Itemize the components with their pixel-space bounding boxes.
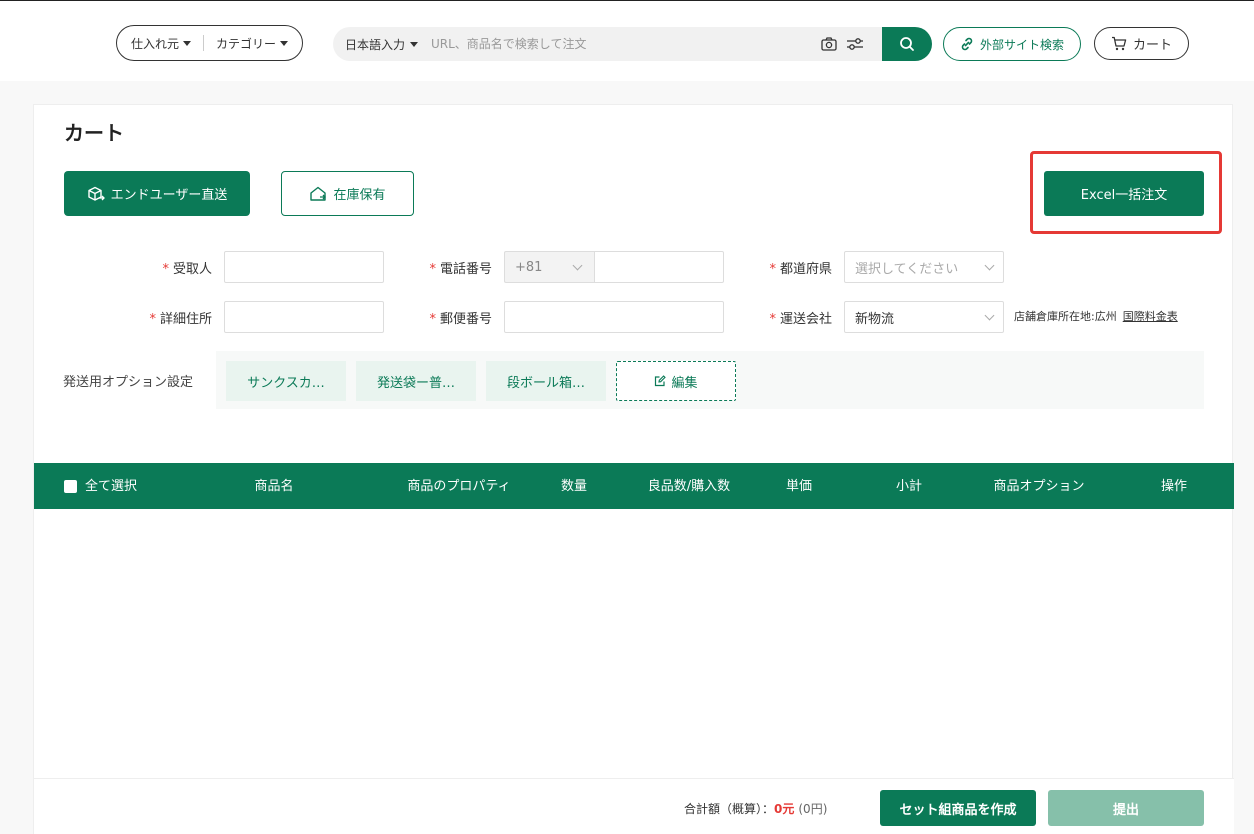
country-code-select[interactable]: +81 xyxy=(504,251,595,283)
input-language-dropdown[interactable]: 日本語入力 xyxy=(333,36,431,53)
category-label: カテゴリー xyxy=(216,36,277,51)
search-bar: 日本語入力 xyxy=(333,27,932,61)
caret-down-icon xyxy=(183,40,192,46)
total-summary: 合計額（概算）：0元 (0円) xyxy=(684,800,827,817)
external-search-label: 外部サイト検索 xyxy=(979,37,1064,52)
total-yen: (0円) xyxy=(798,802,828,816)
prefecture-label-text: 都道府県 xyxy=(779,262,832,277)
col-product-option: 商品オプション xyxy=(993,478,1085,494)
cart-footer: 合計額（概算）：0元 (0円) セット組商品を作成 提出 xyxy=(34,778,1234,834)
cart-panel: カート エンドユーザー直送 在庫保有 Excel一括注文 * 受取人 * 電話番号 … xyxy=(33,104,1234,834)
search-icon xyxy=(900,37,914,51)
required-mark: * xyxy=(149,312,156,327)
recipient-label-text: 受取人 xyxy=(172,262,212,277)
shipping-options-label: 発送用オプション設定 xyxy=(63,375,194,390)
carrier-label: * 運送会社 xyxy=(744,308,832,327)
camera-icon[interactable] xyxy=(819,34,839,54)
rate-table-link[interactable]: 国際料金表 xyxy=(1123,310,1178,323)
col-subtotal: 小計 xyxy=(895,478,922,494)
recipient-label: * 受取人 xyxy=(134,258,212,277)
required-mark: * xyxy=(162,262,169,277)
filter-pill: 仕入れ元 カテゴリー xyxy=(116,25,303,61)
address-input[interactable] xyxy=(224,301,384,333)
recipient-input[interactable] xyxy=(224,251,384,283)
chevron-down-icon xyxy=(572,260,583,270)
postal-label: * 郵便番号 xyxy=(404,308,492,327)
warehouse-note: 店舗倉庫所在地:広州 国際料金表 xyxy=(1014,308,1178,324)
col-property: 商品のプロパティ xyxy=(407,478,511,494)
divider xyxy=(203,35,205,51)
required-mark: * xyxy=(769,262,776,277)
carrier-value: 新物流 xyxy=(855,311,895,327)
prefecture-placeholder: 選択してください xyxy=(855,261,959,277)
enduser-direct-label: エンドユーザー直送 xyxy=(110,188,228,203)
col-quantity: 数量 xyxy=(560,478,587,494)
search-input[interactable] xyxy=(431,27,813,61)
box-ship-icon xyxy=(87,186,105,201)
excel-bulk-order-button[interactable]: Excel一括注文 xyxy=(1044,171,1204,216)
create-set-product-button[interactable]: セット組商品を作成 xyxy=(880,790,1036,826)
cart-icon xyxy=(1111,36,1127,51)
cart-label: カート xyxy=(1132,38,1172,53)
country-code-value: +81 xyxy=(515,259,543,275)
phone-label-text: 電話番号 xyxy=(439,262,492,277)
phone-input[interactable] xyxy=(594,251,724,283)
address-label-text: 詳細住所 xyxy=(159,312,212,327)
option-chip[interactable]: 段ボール箱… xyxy=(486,361,606,401)
phone-label: * 電話番号 xyxy=(404,258,492,277)
edit-options-label: 編集 xyxy=(671,375,698,391)
required-mark: * xyxy=(429,262,436,277)
select-all-header[interactable]: 全て選択 xyxy=(64,463,174,509)
warehouse-text: 店舗倉庫所在地:広州 xyxy=(1014,310,1117,323)
edit-options-button[interactable]: 編集 xyxy=(616,361,736,401)
option-chip[interactable]: 発送袋ー普… xyxy=(356,361,476,401)
page-title: カート xyxy=(64,121,124,145)
header: 仕入れ元 カテゴリー 日本語入力 外部サイト検索 カート xyxy=(0,1,1254,81)
search-button[interactable] xyxy=(882,27,932,61)
col-good-count: 良品数/購入数 xyxy=(647,478,731,494)
external-search-button[interactable]: 外部サイト検索 xyxy=(943,27,1081,61)
stock-hold-button[interactable]: 在庫保有 xyxy=(281,171,414,216)
edit-icon xyxy=(655,375,667,387)
filter-settings-icon[interactable] xyxy=(845,34,865,54)
stock-hold-label: 在庫保有 xyxy=(333,188,386,203)
required-mark: * xyxy=(429,312,436,327)
required-mark: * xyxy=(769,312,776,327)
chevron-down-icon xyxy=(984,310,995,320)
option-chip[interactable]: サンクスカ… xyxy=(226,361,346,401)
total-label: 合計額（概算）： xyxy=(684,802,775,816)
table-header: 全て選択 商品名 商品のプロパティ 数量 良品数/購入数 単価 小計 商品オプシ… xyxy=(34,463,1234,509)
col-product-name: 商品名 xyxy=(254,478,294,494)
submit-button[interactable]: 提出 xyxy=(1048,790,1204,826)
postal-input[interactable] xyxy=(504,301,724,333)
prefecture-select[interactable]: 選択してください xyxy=(844,251,1004,283)
postal-label-text: 郵便番号 xyxy=(439,312,492,327)
col-action: 操作 xyxy=(1160,478,1187,494)
carrier-label-text: 運送会社 xyxy=(779,312,832,327)
prefecture-label: * 都道府県 xyxy=(744,258,832,277)
chevron-down-icon xyxy=(984,260,995,270)
caret-down-icon xyxy=(280,40,289,46)
category-dropdown[interactable]: カテゴリー xyxy=(216,35,289,52)
supplier-label: 仕入れ元 xyxy=(131,36,180,51)
link-icon xyxy=(961,37,973,51)
enduser-direct-button[interactable]: エンドユーザー直送 xyxy=(64,171,250,216)
select-all-label: 全て選択 xyxy=(85,478,138,494)
cart-button[interactable]: カート xyxy=(1094,27,1189,60)
col-unit-price: 単価 xyxy=(785,478,812,494)
total-amount: 0元 xyxy=(774,802,795,816)
carrier-select[interactable]: 新物流 xyxy=(844,301,1004,333)
address-label: * 詳細住所 xyxy=(134,308,212,327)
supplier-dropdown[interactable]: 仕入れ元 xyxy=(131,35,192,52)
caret-down-icon xyxy=(410,41,419,47)
input-language-label: 日本語入力 xyxy=(345,37,406,52)
select-all-checkbox[interactable] xyxy=(64,479,77,493)
warehouse-icon xyxy=(310,186,327,201)
